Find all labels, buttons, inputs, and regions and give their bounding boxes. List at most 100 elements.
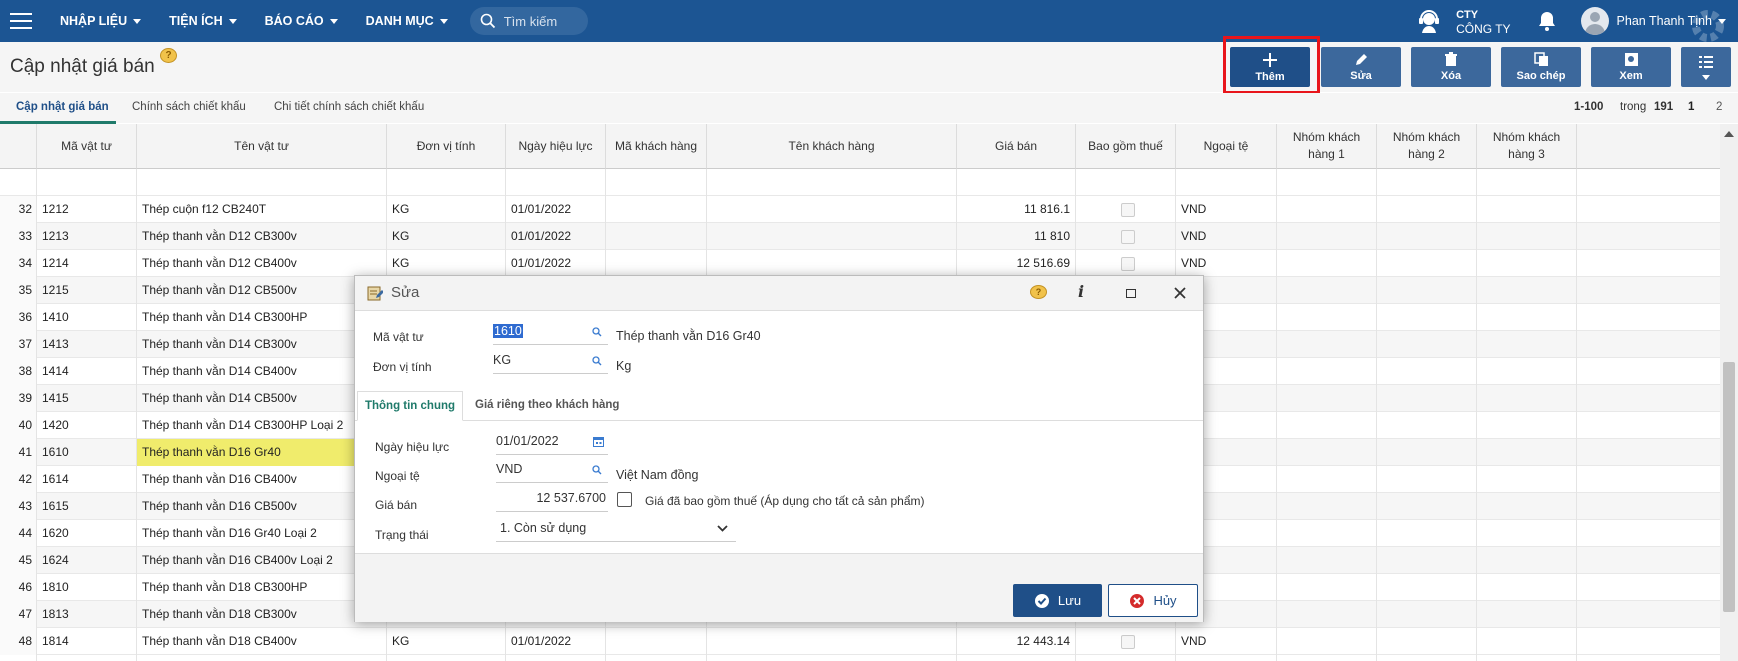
more-options-button[interactable] [1681,47,1731,87]
save-button[interactable]: Lưu [1013,584,1102,617]
table-row[interactable]: 48 1814 Thép thanh vằn D18 CB400v KG 01/01/2… [0,628,1720,655]
cell-code[interactable]: 1215 [37,277,137,304]
table-row[interactable]: 33 1213 Thép thanh vằn D12 CB300v KG 01/01/2… [0,223,1720,250]
cell-code[interactable]: 1614 [37,466,137,493]
edit-button[interactable]: Sửa [1321,47,1401,87]
cell-code[interactable]: 1620 [37,520,137,547]
cell-date[interactable]: 01/01/2022 [506,223,606,250]
tax-checkbox[interactable] [1121,635,1135,649]
cell-price[interactable]: 12 443.14 [957,628,1076,655]
cell-cur[interactable]: VND [1176,250,1277,277]
search-box[interactable]: Tìm kiếm [469,7,588,35]
cell-name[interactable]: Thép thanh vằn D16 CB500v [137,493,387,520]
cell-name[interactable]: Thép thanh vằn D12 CB300v [137,223,387,250]
menu-nhap-lieu[interactable]: NHẬP LIỆU [60,14,142,28]
help-icon[interactable]: ? [160,48,177,63]
cell-code[interactable]: 1615 [37,493,137,520]
header-ten-vat-tu[interactable]: Tên vật tư [137,124,387,169]
cell-price[interactable]: 11 810 [957,223,1076,250]
calendar-icon[interactable] [593,436,604,447]
cell-name[interactable]: Thép thanh vằn D12 CB500v [137,277,387,304]
tab-chi-tiet-chinh-sach[interactable]: Chi tiết chính sách chiết khấu [274,101,424,113]
header-ma-vat-tu[interactable]: Mã vật tư [37,124,137,169]
menu-bao-cao[interactable]: BÁO CÁO [265,14,338,28]
status-select[interactable]: 1. Còn sử dụng [496,516,736,542]
price-input[interactable]: 12 537.6700 [496,486,608,512]
menu-tien-ich[interactable]: TIỆN ÍCH [169,14,237,28]
cell-name[interactable]: Thép thanh vằn D14 CB300v [137,331,387,358]
header-nhom-kh-2[interactable]: Nhóm khách hàng 2 [1377,124,1477,169]
cell-code[interactable]: 1624 [37,547,137,574]
tab-chinh-sach-chiet-khau[interactable]: Chính sách chiết khấu [132,101,246,113]
header-don-vi-tinh[interactable]: Đơn vị tính [387,124,506,169]
cell-name[interactable]: Thép thanh vằn D16 CB400v Loại 2 [137,547,387,574]
header-gia-ban[interactable]: Giá bán [957,124,1076,169]
cell-code[interactable]: 1814 [37,628,137,655]
view-button[interactable]: Xem [1591,47,1671,87]
cell-date[interactable]: 01/01/2022 [506,250,606,277]
dialog-tab-thong-tin-chung[interactable]: Thông tin chung [357,391,463,421]
cell-name[interactable]: Thép thanh vằn D18 CB400v [137,628,387,655]
cell-code[interactable]: 1813 [37,601,137,628]
cell-code[interactable]: 1610 [37,439,137,466]
page-2-link[interactable]: 2 [1716,101,1722,113]
cell-code[interactable]: 1415 [37,385,137,412]
cell-price[interactable]: 11 816.1 [957,196,1076,223]
cell-name[interactable]: Thép cuộn f12 CB240T [137,196,387,223]
cell-date[interactable]: 01/01/2022 [506,196,606,223]
cell-code[interactable]: 1213 [37,223,137,250]
header-nhom-kh-1[interactable]: Nhóm khách hàng 1 [1277,124,1377,169]
cell-code[interactable]: 1414 [37,358,137,385]
scrollbar-thumb[interactable] [1723,362,1735,612]
cell-cur[interactable]: VND [1176,223,1277,250]
cell-unit[interactable]: KG [387,223,506,250]
cell-unit[interactable]: KG [387,196,506,223]
header-nhom-kh-3[interactable]: Nhóm khách hàng 3 [1477,124,1577,169]
maximize-icon[interactable] [1126,289,1136,298]
cell-name[interactable]: Thép thanh vằn D14 CB400v [137,358,387,385]
header-ngay-hieu-luc[interactable]: Ngày hiệu lực [506,124,606,169]
tab-cap-nhat-gia-ban[interactable]: Cập nhật giá bán [16,101,109,113]
cell-name[interactable]: Thép thanh vằn D14 CB300HP [137,304,387,331]
cell-code[interactable]: 1810 [37,574,137,601]
cell-code[interactable]: 1420 [37,412,137,439]
page-1-link[interactable]: 1 [1688,101,1694,113]
cell-name[interactable]: Thép thanh vằn D18 CB300HP [137,574,387,601]
cell-name[interactable]: Thép thanh vằn D18 CB300v [137,601,387,628]
header-bao-gom-thue[interactable]: Bao gồm thuế [1076,124,1176,169]
table-row[interactable]: 34 1214 Thép thanh vằn D12 CB400v KG 01/01/2… [0,250,1720,277]
close-icon[interactable] [1174,287,1186,299]
cell-code[interactable]: 1214 [37,250,137,277]
currency-input[interactable]: VND [496,457,608,483]
cell-date[interactable]: 01/01/2022 [506,628,606,655]
scroll-up-icon[interactable] [1723,130,1735,138]
cell-unit[interactable]: KG [387,250,506,277]
cell-cur[interactable]: VND [1176,628,1277,655]
search-icon[interactable] [592,356,602,366]
cell-name[interactable]: Thép thanh vằn D12 CB400v [137,250,387,277]
company-switcher[interactable]: CTY CÔNG TY [1456,7,1510,36]
search-icon[interactable] [592,465,602,475]
effective-date-input[interactable]: 01/01/2022 [496,429,608,455]
header-ngoai-te[interactable]: Ngoại tệ [1176,124,1277,169]
search-icon[interactable] [592,327,602,337]
cell-code[interactable]: 1413 [37,331,137,358]
delete-button[interactable]: Xóa [1411,47,1491,87]
unit-input[interactable]: KG [493,348,608,374]
cell-unit[interactable]: KG [387,628,506,655]
cancel-button[interactable]: Hủy [1108,584,1198,617]
dialog-tab-gia-rieng[interactable]: Giá riêng theo khách hàng [475,399,619,411]
info-icon[interactable]: i [1078,282,1084,301]
copy-button[interactable]: Sao chép [1501,47,1581,87]
avatar[interactable] [1580,7,1609,35]
cell-code[interactable]: 1212 [37,196,137,223]
cell-name[interactable]: Thép thanh vằn D16 Gr40 Loại 2 [137,520,387,547]
cell-name[interactable]: Thép thanh vằn D14 CB500v [137,385,387,412]
dialog-help-icon[interactable]: ? [1030,285,1047,299]
tax-checkbox[interactable] [1121,230,1135,244]
table-row[interactable]: 32 1212 Thép cuộn f12 CB240T KG 01/01/2022 11… [0,196,1720,223]
cell-name[interactable]: Thép thanh vằn D16 CB400v [137,466,387,493]
cell-name[interactable]: Thép thanh vằn D14 CB300HP Loại 2 [137,412,387,439]
tax-checkbox[interactable] [1121,257,1135,271]
item-code-input[interactable]: 1610 [493,319,608,345]
